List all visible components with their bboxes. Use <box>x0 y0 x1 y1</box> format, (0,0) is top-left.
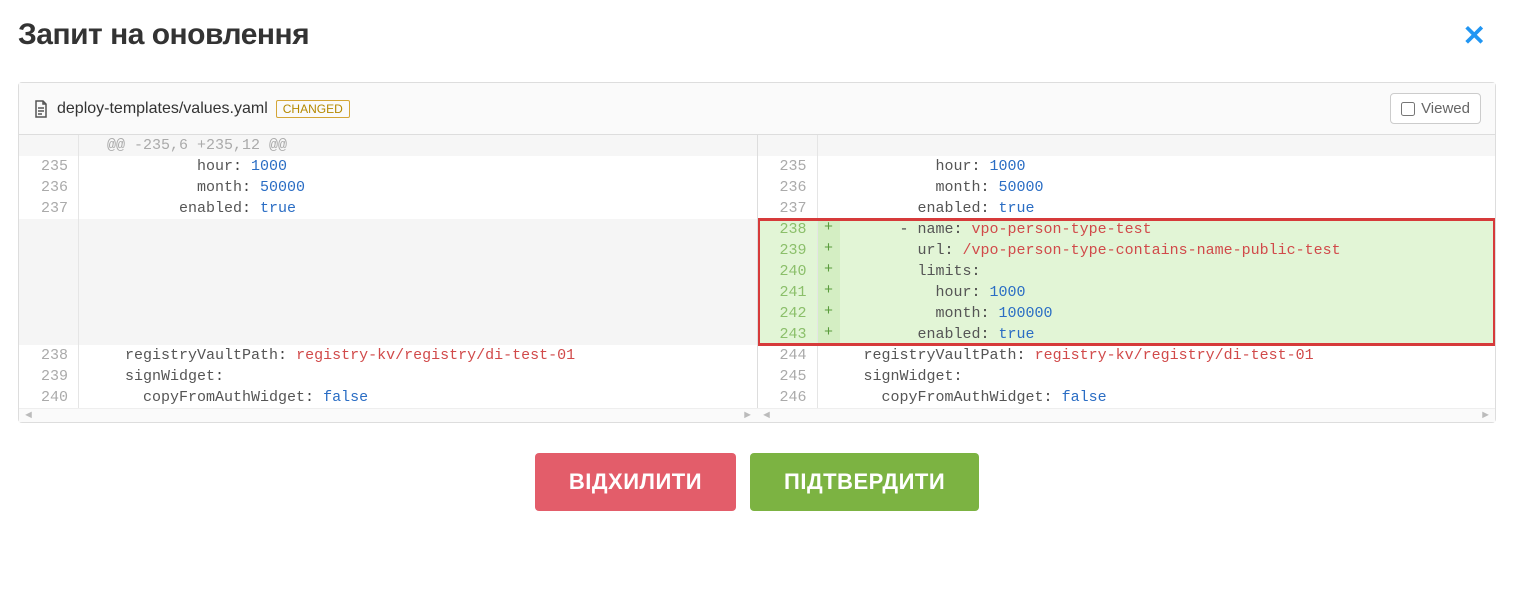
reject-button[interactable]: ВІДХИЛИТИ <box>535 453 736 511</box>
file-path: deploy-templates/values.yaml <box>57 100 268 118</box>
diff-line: 246 copyFromAuthWidget: false <box>758 387 1496 408</box>
viewed-label: Viewed <box>1421 100 1470 117</box>
diff-line <box>19 240 757 261</box>
diff-line: 236 month: 50000 <box>19 177 757 198</box>
diff-line <box>19 219 757 240</box>
diff-line: 241+ hour: 1000 <box>758 282 1496 303</box>
diff-line: 242+ month: 100000 <box>758 303 1496 324</box>
diff-line: 240 copyFromAuthWidget: false <box>19 387 757 408</box>
close-icon[interactable]: ✕ <box>1453 19 1496 52</box>
file-header: deploy-templates/values.yaml CHANGED Vie… <box>19 83 1495 135</box>
diff-line: 239+ url: /vpo-person-type-contains-name… <box>758 240 1496 261</box>
viewed-toggle[interactable]: Viewed <box>1390 93 1481 124</box>
horizontal-scrollbar[interactable] <box>19 408 1495 422</box>
diff-line: 235 hour: 1000 <box>758 156 1496 177</box>
modal-title: Запит на оновлення <box>18 18 309 52</box>
changed-badge: CHANGED <box>276 100 350 118</box>
file-icon <box>33 100 49 118</box>
approve-button[interactable]: ПІДТВЕРДИТИ <box>750 453 979 511</box>
diff-line: 238 registryVaultPath: registry-kv/regis… <box>19 345 757 366</box>
diff-line <box>758 135 1496 156</box>
diff-line: 240+ limits: <box>758 261 1496 282</box>
diff-line: @@ -235,6 +235,12 @@ <box>19 135 757 156</box>
diff-line <box>19 324 757 345</box>
diff-line: 244 registryVaultPath: registry-kv/regis… <box>758 345 1496 366</box>
diff-line <box>19 282 757 303</box>
diff-line: 237 enabled: true <box>19 198 757 219</box>
diff-pane-left: @@ -235,6 +235,12 @@235 hour: 1000236 mo… <box>19 135 758 408</box>
added-block-highlight: 238+ - name: vpo-person-type-test239+ ur… <box>758 219 1496 345</box>
diff-pane-right: 235 hour: 1000236 month: 50000237 enable… <box>758 135 1496 408</box>
diff-file-box: deploy-templates/values.yaml CHANGED Vie… <box>18 82 1496 423</box>
diff-line: 237 enabled: true <box>758 198 1496 219</box>
diff-line: 245 signWidget: <box>758 366 1496 387</box>
diff-line <box>19 303 757 324</box>
diff-line <box>19 261 757 282</box>
diff-line: 243+ enabled: true <box>758 324 1496 345</box>
viewed-checkbox[interactable] <box>1401 102 1415 116</box>
diff-line: 235 hour: 1000 <box>19 156 757 177</box>
diff-line: 236 month: 50000 <box>758 177 1496 198</box>
diff-line: 239 signWidget: <box>19 366 757 387</box>
diff-line: 238+ - name: vpo-person-type-test <box>758 219 1496 240</box>
